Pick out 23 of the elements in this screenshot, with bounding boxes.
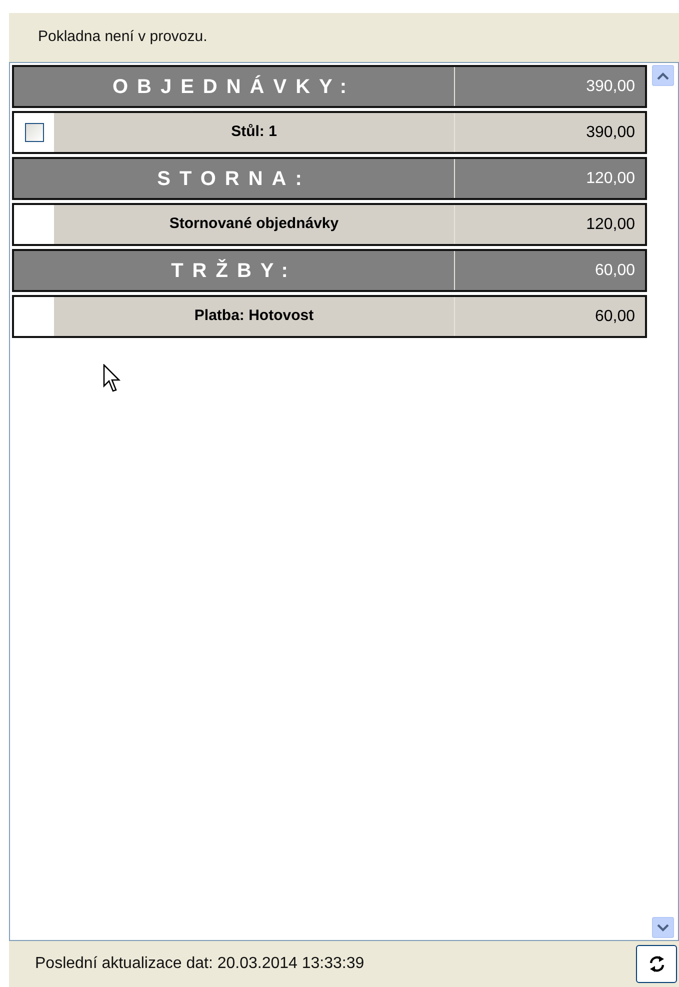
scroll-up-button[interactable]	[652, 65, 674, 86]
item-row[interactable]: Stůl: 1 390,00	[12, 111, 647, 154]
item-label: Stornované objednávky	[169, 214, 339, 234]
section-total: 60,00	[594, 260, 635, 280]
item-amount: 120,00	[586, 214, 635, 234]
section-title: STORNA:	[157, 166, 311, 192]
section-total: 120,00	[586, 168, 635, 188]
section-title: TRŽBY:	[171, 258, 297, 284]
chevron-down-icon	[657, 924, 669, 932]
scroll-down-button[interactable]	[652, 917, 674, 938]
checkbox[interactable]	[24, 123, 44, 142]
item-row[interactable]: Platba: Hotovost 60,00	[12, 295, 647, 338]
item-row[interactable]: Stornované objednávky 120,00	[12, 203, 647, 246]
item-label: Platba: Hotovost	[194, 306, 314, 326]
item-label: Stůl: 1	[231, 122, 277, 142]
section-total: 390,00	[586, 76, 635, 96]
item-amount: 390,00	[586, 122, 635, 142]
chevron-up-icon	[657, 72, 669, 80]
status-message: Pokladna není v provozu.	[38, 27, 208, 48]
section-title: OBJEDNÁVKY:	[112, 74, 356, 100]
item-amount: 60,00	[594, 306, 635, 326]
last-update-text: Poslední aktualizace dat: 20.03.2014 13:33:39	[35, 954, 364, 974]
refresh-button[interactable]	[636, 945, 677, 983]
